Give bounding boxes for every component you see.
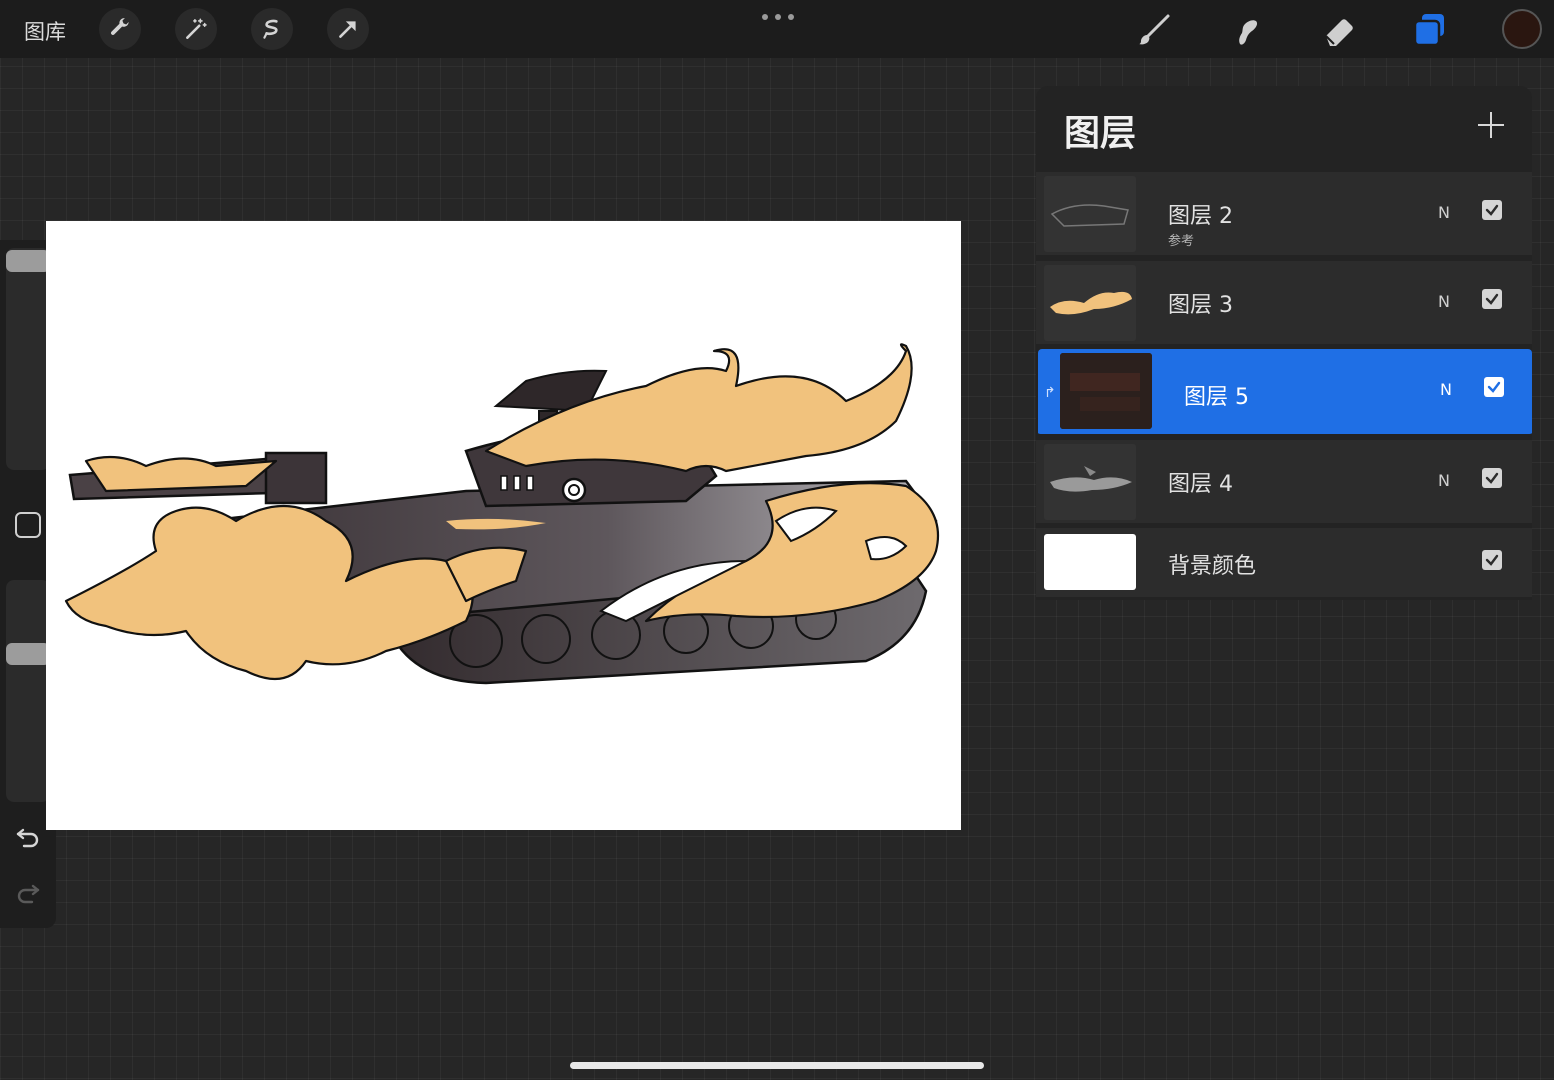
- add-layer-button[interactable]: [1476, 110, 1506, 140]
- layer-thumbnail: [1044, 265, 1136, 341]
- background-color-swatch: [1044, 534, 1136, 590]
- home-indicator[interactable]: [570, 1062, 984, 1069]
- layer-row-5[interactable]: ↱ 图层 5 N: [1038, 349, 1532, 437]
- brush-size-slider[interactable]: [6, 248, 50, 470]
- more-options-icon[interactable]: [762, 8, 794, 26]
- opacity-handle[interactable]: [6, 643, 50, 665]
- layer-visibility-checkbox[interactable]: [1482, 550, 1502, 570]
- blend-mode-button[interactable]: N: [1438, 203, 1450, 222]
- layer-visibility-checkbox[interactable]: [1484, 377, 1504, 397]
- layers-panel-title: 图层: [1064, 113, 1137, 154]
- layer-thumbnail: [1044, 176, 1136, 252]
- top-toolbar: 图库: [0, 0, 1554, 58]
- selection-icon[interactable]: [251, 8, 293, 50]
- layer-name: 图层 5: [1184, 385, 1249, 410]
- background-color-layer[interactable]: 背景颜色: [1036, 528, 1532, 600]
- opacity-slider[interactable]: [6, 580, 50, 802]
- modify-button[interactable]: [15, 512, 41, 538]
- smudge-icon[interactable]: [1226, 10, 1266, 50]
- layer-name: 背景颜色: [1168, 554, 1257, 579]
- gallery-button[interactable]: 图库: [24, 16, 66, 46]
- layer-row-3[interactable]: 图层 3 N: [1036, 261, 1532, 347]
- drawing-canvas[interactable]: [46, 221, 961, 830]
- layer-reference-label: 参考: [1168, 234, 1195, 249]
- magic-wand-icon[interactable]: [175, 8, 217, 50]
- layer-name: 图层 3: [1168, 293, 1233, 318]
- clipping-mask-icon: ↱: [1044, 385, 1056, 401]
- blend-mode-button[interactable]: N: [1440, 380, 1452, 399]
- layer-visibility-checkbox[interactable]: [1482, 200, 1502, 220]
- color-picker-swatch[interactable]: [1502, 9, 1542, 49]
- brush-size-handle[interactable]: [6, 250, 50, 272]
- layers-panel: 图层 图层 2 参考 N 图层 3 N ↱ 图层 5 N 图层 4 N 背景颜色: [1036, 86, 1532, 600]
- layer-name: 图层 2: [1168, 204, 1233, 229]
- eraser-icon[interactable]: [1318, 10, 1358, 50]
- undo-icon[interactable]: [14, 822, 42, 850]
- layer-name: 图层 4: [1168, 472, 1233, 497]
- wrench-icon[interactable]: [99, 8, 141, 50]
- layer-thumbnail: [1060, 353, 1152, 429]
- brush-icon[interactable]: [1134, 10, 1174, 50]
- blend-mode-button[interactable]: N: [1438, 292, 1450, 311]
- transform-icon[interactable]: [327, 8, 369, 50]
- layer-row-2[interactable]: 图层 2 参考 N: [1036, 172, 1532, 258]
- layer-thumbnail: [1044, 444, 1136, 520]
- blend-mode-button[interactable]: N: [1438, 471, 1450, 490]
- layer-row-4[interactable]: 图层 4 N: [1036, 440, 1532, 526]
- layer-visibility-checkbox[interactable]: [1482, 289, 1502, 309]
- layer-visibility-checkbox[interactable]: [1482, 468, 1502, 488]
- layers-icon[interactable]: [1410, 10, 1450, 50]
- redo-icon[interactable]: [14, 878, 42, 906]
- tank-dragon-artwork: [64, 343, 940, 685]
